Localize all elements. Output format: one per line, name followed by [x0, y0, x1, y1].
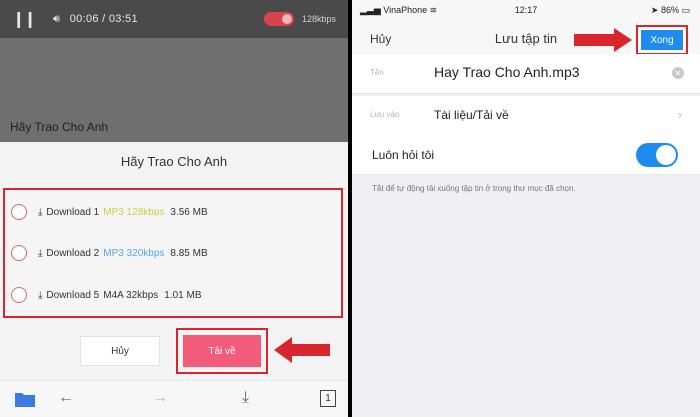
total-time: 03:51 — [108, 13, 138, 25]
download-option[interactable]: ⤓ Download 5 M4A 32kbps 1.01 MB — [11, 285, 202, 305]
sheet-title: Hãy Trao Cho Anh — [120, 154, 228, 169]
chevron-right-icon: › — [677, 107, 682, 122]
folder-icon[interactable] — [14, 390, 36, 408]
video-title: Hãy Trao Cho Anh — [10, 120, 109, 134]
filename-label: Tên — [370, 68, 384, 77]
done-button-highlight: Xong — [636, 25, 688, 55]
download-icon: ⤓ — [38, 247, 43, 259]
radio-button[interactable] — [11, 287, 27, 303]
radio-button[interactable] — [11, 204, 27, 220]
save-location-value: Tài liệu/Tải về — [434, 108, 509, 122]
battery-percent: 86% — [660, 5, 679, 15]
time-separator: / — [102, 13, 106, 25]
current-time: 00:06 — [69, 13, 99, 25]
option-size: 1.01 MB — [164, 289, 202, 301]
option-label: Download 2 — [46, 247, 100, 259]
download-option[interactable]: ⤓ Download 2 MP3 320kbps 8.85 MB — [11, 243, 208, 263]
option-size: 8.85 MB — [170, 247, 208, 259]
location-icon: ➤ — [650, 5, 659, 15]
save-location-row[interactable]: Lưu vào Tài liệu/Tải về › — [352, 96, 700, 136]
status-time: 12:17 — [514, 5, 538, 15]
save-location-label: Lưu vào — [370, 110, 400, 119]
option-label: Download 1 — [46, 206, 100, 218]
bottom-navigation-bar: ← → ⤓ 1 — [0, 380, 348, 417]
volume-icon[interactable]: 🔊︎ — [53, 13, 60, 26]
red-arrow-icon — [274, 337, 330, 363]
cancel-button[interactable]: Hủy — [80, 336, 160, 366]
option-size: 3.56 MB — [170, 206, 208, 218]
filename-row: Tên Hay Trao Cho Anh.mp3 ✕ — [352, 54, 700, 94]
download-options-list: ⤓ Download 1 MP3 128kbps 3.56 MB ⤓ Downl… — [3, 188, 343, 318]
status-bar: ▂▃▅ VinaPhone ≋ 12:17 ➤ 86% ▭ — [352, 0, 700, 22]
option-label: Download 5 — [46, 289, 100, 301]
pause-icon[interactable]: ❙❙ — [12, 9, 37, 29]
download-icon: ⤓ — [38, 206, 43, 218]
download-button[interactable]: Tải về — [183, 335, 261, 367]
done-button[interactable]: Xong — [641, 30, 683, 50]
downloads-icon[interactable]: ⤓ — [242, 389, 249, 407]
hint-text: Tắt để tự động tải xuống tập tin ở trong… — [372, 184, 576, 193]
forward-arrow-icon[interactable]: → — [152, 389, 168, 407]
clear-icon[interactable]: ✕ — [672, 67, 684, 79]
radio-button[interactable] — [11, 245, 27, 261]
battery-icon: ▭ — [681, 5, 690, 15]
download-option[interactable]: ⤓ Download 1 MP3 128kbps 3.56 MB — [11, 202, 208, 222]
always-ask-toggle[interactable] — [636, 143, 678, 167]
download-button-highlight: Tải về — [176, 328, 268, 374]
player-controls-bar: ❙❙ 🔊︎ 00:06 / 03:51 128kbps — [0, 0, 348, 38]
always-ask-label: Luôn hỏi tôi — [372, 148, 435, 162]
download-icon: ⤓ — [38, 289, 43, 301]
tabs-count-icon[interactable]: 1 — [320, 390, 336, 407]
bitrate-label: 128kbps — [301, 14, 336, 24]
option-quality: MP3 320kbps — [103, 247, 165, 259]
red-arrow-icon — [574, 28, 632, 52]
playback-time: 00:06 / 03:51 — [70, 13, 138, 25]
always-ask-row: Luôn hỏi tôi — [352, 135, 700, 175]
left-screen: ❙❙ 🔊︎ 00:06 / 03:51 128kbps Hãy Trao Cho… — [0, 0, 348, 417]
right-screen: ▂▃▅ VinaPhone ≋ 12:17 ➤ 86% ▭ Hủy Lưu tậ… — [352, 0, 700, 417]
option-quality: MP3 128kbps — [103, 206, 165, 218]
filename-input[interactable]: Hay Trao Cho Anh.mp3 — [434, 64, 580, 80]
quality-toggle[interactable] — [263, 12, 294, 26]
back-arrow-icon[interactable]: ← — [58, 389, 74, 407]
option-quality: M4A 32kbps — [103, 289, 159, 301]
battery-info: ➤ 86% ▭ — [651, 5, 690, 16]
